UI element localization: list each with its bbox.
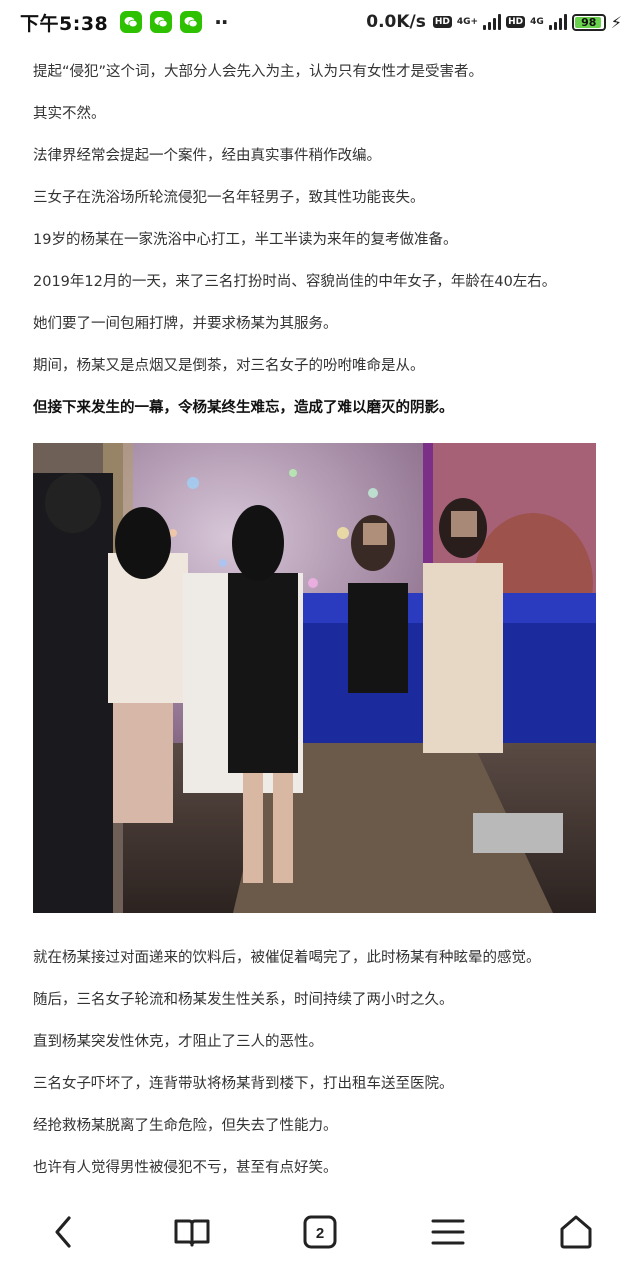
wechat-notification-icon	[120, 11, 143, 33]
article-paragraph: 提起“侵犯”这个词，大部分人会先入为主，认为只有女性才是受害者。	[33, 64, 484, 80]
status-bar: 下午5:38 ·· 0.0K/s HD 4G+ HD 4G 98 ⚡	[0, 0, 640, 44]
article-paragraph: 随后，三名女子轮流和杨某发生性关系，时间持续了两小时之久。	[33, 992, 454, 1008]
article-paragraph: 19岁的杨某在一家洗浴中心打工，半工半读为来年的复考做准备。	[33, 232, 458, 248]
hd-badge: HD	[506, 16, 526, 28]
article-paragraph: 也许有人觉得男性被侵犯不亏，甚至有点好笑。	[33, 1160, 338, 1176]
menu-icon	[431, 1219, 465, 1245]
tabs-button[interactable]: 2	[290, 1202, 350, 1262]
bookmarks-button[interactable]	[162, 1202, 222, 1262]
hd-badge: HD	[432, 16, 452, 28]
bottom-navigation: 2	[0, 1184, 640, 1280]
wechat-notification-icon	[150, 11, 173, 33]
article-paragraph: 经抢救杨某脱离了生命危险，但失去了性能力。	[33, 1118, 338, 1134]
article-paragraph: 三女子在洗浴场所轮流侵犯一名年轻男子，致其性功能丧失。	[33, 190, 425, 206]
article-paragraph: 法律界经常会提起一个案件，经由真实事件稍作改编。	[33, 148, 381, 164]
article-paragraph: 就在杨某接过对面递来的饮料后，被催促着喝完了，此时杨某有种眩晕的感觉。	[33, 950, 541, 966]
network-type-label: 4G	[530, 16, 544, 27]
article-content[interactable]: 提起“侵犯”这个词，大部分人会先入为主，认为只有女性才是受害者。 其实不然。 法…	[0, 44, 640, 1184]
charging-icon: ⚡	[610, 12, 622, 32]
tabs-icon: 2	[303, 1215, 337, 1249]
menu-button[interactable]	[418, 1202, 478, 1262]
book-icon	[174, 1219, 210, 1247]
article-paragraph: 她们要了一间包厢打牌，并要求杨某为其服务。	[33, 316, 338, 332]
more-notifications-icon: ··	[214, 10, 228, 34]
wechat-notification-icon	[180, 11, 203, 33]
battery-icon: 98	[571, 13, 606, 31]
article-paragraph: 期间，杨某又是点烟又是倒茶，对三名女子的吩咐唯命是从。	[33, 358, 425, 374]
back-button[interactable]	[34, 1202, 94, 1262]
home-button[interactable]	[546, 1202, 606, 1262]
home-icon	[560, 1215, 592, 1249]
network-type-label: 4G+	[456, 16, 479, 27]
status-time: 下午5:38	[20, 12, 109, 35]
chevron-left-icon	[55, 1216, 71, 1248]
signal-icon	[548, 14, 567, 30]
battery-level: 98	[581, 15, 597, 29]
article-paragraph: 其实不然。	[33, 106, 106, 122]
article-paragraph: 直到杨某突发性休克，才阻止了三人的恶性。	[33, 1034, 323, 1050]
network-speed: 0.0K/s	[366, 12, 426, 32]
article-highlight-paragraph: 但接下来发生的一幕，令杨某终生难忘，造成了难以磨灭的阴影。	[33, 400, 454, 416]
article-photo[interactable]	[33, 443, 596, 913]
article-paragraph: 2019年12月的一天，来了三名打扮时尚、容貌尚佳的中年女子，年龄在40左右。	[33, 274, 557, 290]
tab-count: 2	[316, 1225, 324, 1242]
signal-icon	[483, 14, 502, 30]
article-paragraph: 三名女子吓坏了，连背带驮将杨某背到楼下，打出租车送至医院。	[33, 1076, 454, 1092]
